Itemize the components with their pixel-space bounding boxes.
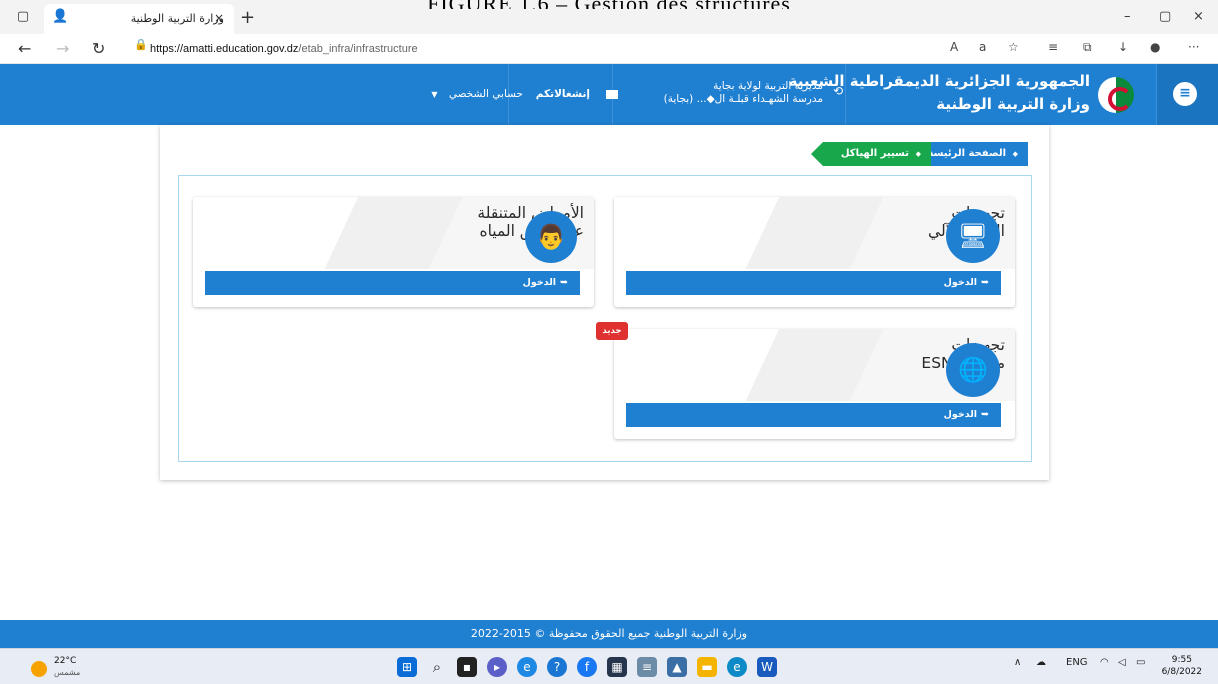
more-options-icon[interactable]: ··· [1188,40,1199,54]
site-footer: وزارة التربية الوطنية جميع الحقوق محفوظة… [0,620,1218,648]
store-icon[interactable]: ▦ [607,657,627,677]
forward-arrow-icon[interactable]: → [56,39,69,58]
file-explorer-icon[interactable]: ▬ [697,657,717,677]
tab-title: وزارة التربية الوطنية [130,12,224,25]
tab-actions-icon[interactable]: ▢ [14,8,32,26]
tab-close-button[interactable]: × [214,11,224,25]
enter-button-label: الدخول [943,277,978,288]
edge-browser-icon[interactable]: e [727,657,747,677]
matlab-icon[interactable]: ▲ [667,657,687,677]
switch-arrow-icon: ⟲ [832,84,843,98]
account-menu[interactable]: حسابي الشخصي ▼ [431,88,523,100]
close-window-button[interactable]: × [1193,9,1204,24]
address-row: ← → ↻ https://amatti.education.gov.dz/et… [0,34,1218,64]
favorite-star-icon[interactable]: ☆ [1008,40,1019,54]
collections-icon[interactable]: ⧉ [1083,40,1092,55]
weather-temperature: 22°C [54,656,77,666]
figure-caption: FIGURE 1.6 – Gestion des structures [0,0,1218,9]
hamburger-icon: ≡ [1173,82,1197,106]
algeria-emblem-icon [1098,77,1134,113]
caret-down-icon: ▼ [431,90,438,99]
weather-description: مشمس [54,668,81,677]
brand-ministry-title: وزارة التربية الوطنية [936,95,1090,113]
downloads-icon[interactable]: ↓ [1118,40,1128,54]
facebook-icon[interactable]: f [577,657,597,677]
clock-date[interactable]: 6/8/2022 [1162,667,1202,677]
enter-button-label: الدخول [522,277,557,288]
battery-icon[interactable]: ▭ [1136,657,1145,668]
new-tab-button[interactable]: + [240,7,255,28]
chat-icon[interactable]: ▸ [487,657,507,677]
read-aloud-icon[interactable]: A [950,40,958,54]
notifications-label: إنشغالاتكم [535,88,590,100]
card-esn-project: تجهيزات مشروع ESN 🌐 ➥الدخول [614,329,1015,439]
enter-arrow-icon: ➥ [981,409,989,420]
enter-arrow-icon: ➥ [981,277,989,288]
onedrive-icon[interactable]: ☁ [1036,657,1046,668]
task-view-icon[interactable]: ▪ [457,657,477,677]
doctor-icon: 👨 [525,211,577,263]
notifications-link[interactable]: إنشغالاتكم [536,88,618,100]
word-icon[interactable]: W [757,657,777,677]
weather-sun-icon[interactable] [31,661,47,677]
translate-icon[interactable]: a [979,40,986,54]
tab-favicon-icon: 👤 [52,9,69,24]
back-arrow-icon[interactable]: ← [18,39,31,58]
header-divider [845,64,846,125]
url-host: https://amatti.education.gov.dz [150,43,299,55]
start-icon[interactable]: ⊞ [397,657,417,677]
taskbar: 22°C مشمس ⊞ ⌕ ▪ ▸ e ? f ▦ ≡ ▲ ▬ e W ∧ ☁ … [0,648,1218,684]
enter-button[interactable]: ➥الدخول [626,271,1001,295]
enter-arrow-icon: ➥ [560,277,568,288]
school-name: مدرسة الشهـداء قبلـة ال◆... (بجاية) [663,93,823,105]
favorites-list-icon[interactable]: ≡ [1048,40,1058,54]
volume-icon[interactable]: ◁ [1118,657,1126,668]
enter-button[interactable]: ➥الدخول [626,403,1001,427]
site-header: ≡ الجمهورية الجزائرية الديمقراطية الشعبي… [0,64,1218,125]
url-path: /etab_infra/infrastructure [298,43,418,55]
menu-toggle-button[interactable]: ≡ [1156,64,1218,125]
directorate-name: مديرية التربية لولاية بجاية [713,80,823,92]
card-it-equipment: تجهيزات الإعلام الآلي 🖥 ➥الدخول [614,197,1015,307]
wifi-icon[interactable]: ◠ [1100,657,1109,668]
new-badge: جديد [596,322,628,340]
search-icon[interactable]: ⌕ [427,657,447,677]
reload-icon[interactable]: ↻ [92,39,105,58]
account-label: حسابي الشخصي [448,88,523,100]
edge-legacy-icon[interactable]: e [517,657,537,677]
app-icon[interactable]: ≡ [637,657,657,677]
language-indicator[interactable]: ENG [1066,657,1088,668]
help-icon[interactable]: ? [547,657,567,677]
profile-avatar-icon[interactable]: ● [1150,40,1160,54]
maximize-button[interactable]: ▢ [1159,9,1171,24]
enter-button[interactable]: ➥الدخول [205,271,580,295]
minimize-button[interactable]: – [1124,9,1131,24]
monitor-icon: 🖥 [946,209,1000,263]
address-bar[interactable]: https://amatti.education.gov.dz/etab_inf… [128,38,948,60]
lock-icon[interactable]: 🔒 [134,38,148,51]
globe-icon: 🌐 [946,343,1000,397]
enter-button-label: الدخول [943,409,978,420]
chevron-up-icon[interactable]: ∧ [1014,657,1021,668]
envelope-icon [606,89,618,99]
clock-time[interactable]: 9:55 [1172,655,1192,665]
card-waterborne-diseases: الأمراض المتنقلة عن طريق المياه 👨 ➥الدخو… [193,197,594,307]
copyright-text: وزارة التربية الوطنية جميع الحقوق محفوظة… [470,627,748,640]
breadcrumb-current[interactable]: تسيير الهياكل [810,142,931,166]
